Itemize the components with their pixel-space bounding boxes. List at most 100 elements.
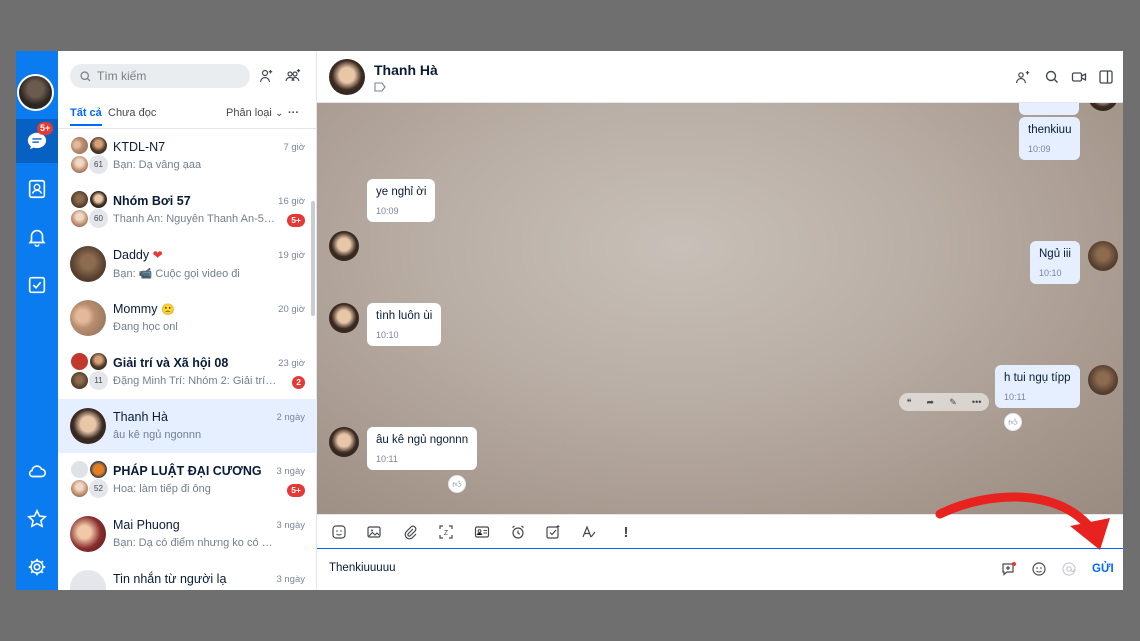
image-button[interactable] — [365, 523, 383, 541]
sticker-button[interactable] — [330, 523, 348, 541]
chat-header: Thanh Hà — [317, 51, 1123, 103]
forward-icon[interactable]: ➦ — [927, 397, 935, 408]
chevron-down-icon: ⌄ — [274, 108, 284, 119]
add-group-icon — [285, 69, 301, 82]
contacts-nav-button[interactable] — [16, 167, 58, 211]
favorites-nav-button[interactable] — [16, 497, 58, 541]
conversation-time: 7 giờ — [283, 142, 305, 153]
conversation-name: Daddy ❤ — [113, 248, 163, 262]
quote-icon[interactable]: ❝ — [907, 397, 912, 408]
urgent-button[interactable]: ! — [617, 523, 635, 541]
message-bubble[interactable]: tình luôn ùi 10:10 — [367, 303, 442, 346]
unread-badge: 5+ — [287, 214, 305, 227]
image-icon — [367, 526, 381, 538]
message-bubble[interactable]: Ngủ iii 10:10 — [1030, 241, 1080, 284]
more-options-button[interactable]: ··· — [288, 107, 299, 119]
search-input[interactable]: Tìm kiếm — [70, 64, 250, 88]
list-item[interactable]: Mommy 🙁 Đang học onl 20 giờ — [58, 291, 317, 345]
message-bubble[interactable]: thenkiuu 10:09 — [1019, 117, 1081, 160]
message-bubble[interactable] — [1019, 103, 1079, 115]
attach-file-button[interactable] — [401, 523, 419, 541]
task-check-icon — [546, 525, 560, 539]
exclamation-icon: ! — [623, 523, 629, 541]
message-bubble[interactable]: âu kê ngủ ngonnn 10:11 — [367, 427, 478, 470]
message-bubble[interactable]: h tui ngụ típp 10:11 — [995, 365, 1080, 408]
sticker-icon — [332, 525, 346, 539]
avatar[interactable] — [329, 59, 365, 95]
list-item[interactable]: Mai Phuong Bạn: Dạ có điểm nhưng ko có đ… — [58, 507, 317, 561]
avatar — [1088, 365, 1118, 395]
like-reaction-button[interactable]: 👍︎ — [1004, 413, 1022, 431]
more-icon[interactable]: ••• — [972, 397, 981, 407]
conversation-name-text: Mommy — [113, 302, 158, 316]
chat-panel: Thanh Hà thenkiuu 10:09 ye nghỉ ời 10:09… — [317, 51, 1123, 590]
smiley-icon — [1032, 562, 1046, 576]
send-button[interactable]: GỬI — [1092, 563, 1114, 575]
conversation-preview: Bạn: Dạ có điểm nhưng ko có đáp... — [113, 537, 278, 549]
conversation-list-panel: Tìm kiếm Tất cả Chưa đọc Phân loại ⌄ ···… — [58, 51, 317, 590]
conversation-name: PHÁP LUẬT ĐẠI CƯƠNG — [113, 464, 262, 478]
message-composer[interactable]: Thenkiuuuuu GỬI — [317, 549, 1123, 590]
member-count: 11 — [89, 371, 108, 390]
list-item[interactable]: 11 Giải trí và Xã hội 08 Đặng Minh Trí: … — [58, 345, 317, 399]
screenshot-button[interactable]: Z — [437, 523, 455, 541]
notifications-nav-button[interactable] — [16, 215, 58, 259]
emoji-button[interactable] — [1030, 560, 1048, 578]
composer-toolbar: Z ! — [317, 514, 1123, 549]
group-avatar: 60 — [70, 190, 108, 228]
mention-button[interactable] — [1060, 560, 1078, 578]
contact-card-button[interactable] — [473, 523, 491, 541]
member-count: 61 — [89, 155, 108, 174]
screenshot-icon: Z — [439, 525, 453, 539]
list-item[interactable]: Thanh Hà âu kê ngủ ngonnn 2 ngày — [58, 399, 317, 453]
video-call-button[interactable] — [1069, 67, 1089, 87]
tab-unread[interactable]: Chưa đọc — [108, 107, 156, 119]
gear-icon — [28, 558, 46, 576]
tab-all[interactable]: Tất cả — [70, 107, 102, 126]
search-chat-button[interactable] — [1042, 67, 1062, 87]
search-icon — [80, 70, 91, 81]
tag-icon[interactable] — [374, 82, 386, 92]
scrollbar[interactable] — [311, 201, 315, 316]
create-group-button[interactable] — [282, 65, 304, 87]
todo-nav-button[interactable] — [16, 263, 58, 307]
list-item[interactable]: 61 KTDL-N7 Bạn: Dạ vâng ạaa 7 giờ — [58, 129, 317, 183]
list-item[interactable]: 52 PHÁP LUẬT ĐẠI CƯƠNG Hoa: làm tiếp đi … — [58, 453, 317, 507]
avatar — [70, 516, 106, 552]
cloud-nav-button[interactable] — [16, 449, 58, 493]
add-member-button[interactable] — [1013, 67, 1033, 87]
message-text: thenkiuu — [1028, 124, 1072, 136]
text-format-button[interactable] — [580, 523, 598, 541]
conversation-preview: Thanh An: Nguyễn Thanh An-518... — [113, 213, 278, 225]
classify-dropdown[interactable]: Phân loại ⌄ — [226, 107, 283, 119]
like-reaction-button[interactable]: 👍︎ — [448, 475, 466, 493]
reminder-button[interactable] — [509, 523, 527, 541]
message-text: Ngủ iii — [1039, 248, 1071, 260]
unread-badge: 2 — [292, 376, 305, 389]
message-bubble[interactable]: ye nghỉ ời 10:09 — [367, 179, 436, 222]
star-icon — [26, 508, 48, 528]
message-time: 10:10 — [376, 330, 399, 340]
edit-icon[interactable]: ✎ — [949, 397, 957, 408]
add-friend-button[interactable] — [255, 65, 277, 87]
quick-message-button[interactable] — [1000, 560, 1018, 578]
chat-title[interactable]: Thanh Hà — [374, 62, 438, 78]
list-item[interactable]: Tin nhắn từ người lạ 3 ngày — [58, 561, 317, 590]
message-actions: ❝ ➦ ✎ ••• — [899, 393, 989, 411]
messages-nav-button[interactable]: 5+ — [16, 119, 58, 163]
message-time: 10:09 — [376, 206, 399, 216]
bell-icon — [28, 229, 46, 247]
message-input[interactable]: Thenkiuuuuu — [329, 562, 396, 574]
settings-nav-button[interactable] — [16, 545, 58, 589]
avatar — [329, 427, 359, 457]
avatar — [1088, 103, 1118, 111]
task-button[interactable] — [544, 523, 562, 541]
avatar[interactable] — [17, 74, 54, 111]
list-item[interactable]: 60 Nhóm Bơi 57 Thanh An: Nguyễn Thanh An… — [58, 183, 317, 237]
message-area[interactable]: thenkiuu 10:09 ye nghỉ ời 10:09 Ngủ iii … — [317, 103, 1123, 514]
unread-badge: 5+ — [287, 484, 305, 497]
list-item[interactable]: Daddy ❤ Bạn: 📹 Cuộc gọi video đi 19 giờ — [58, 237, 317, 291]
toggle-info-panel-button[interactable] — [1096, 67, 1116, 87]
avatar — [70, 300, 106, 336]
message-time: 10:10 — [1039, 268, 1062, 278]
